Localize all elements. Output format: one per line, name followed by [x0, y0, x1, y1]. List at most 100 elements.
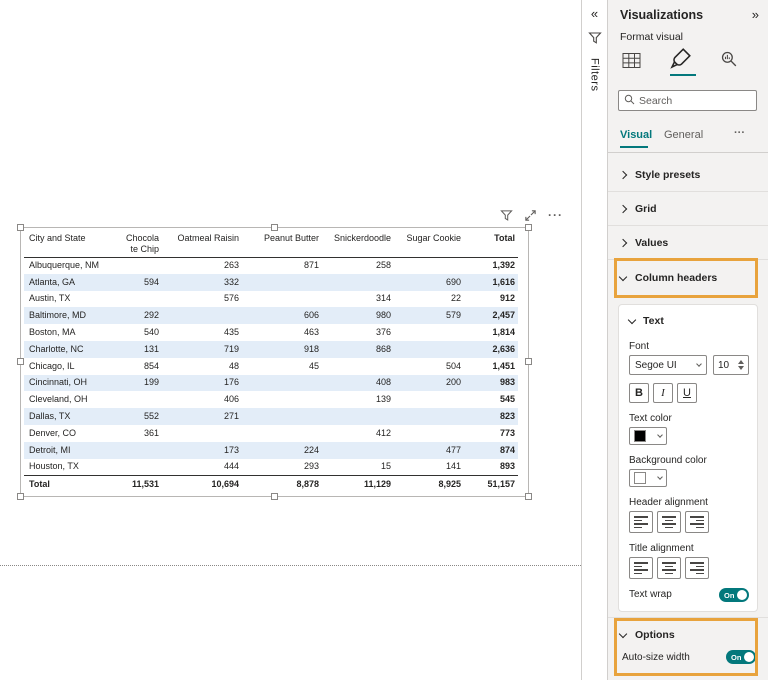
font-size-stepper[interactable]: 10 [713, 355, 749, 375]
stepper-arrows-icon[interactable] [738, 360, 744, 370]
value-cell: 199 [143, 377, 159, 388]
value-cell: 552 [143, 411, 159, 422]
selection-handle[interactable] [525, 358, 532, 365]
selection-handle[interactable] [525, 493, 532, 500]
more-options-icon[interactable]: ··· [548, 209, 563, 222]
table-row[interactable]: Austin, TX 576 314 22 912 [24, 291, 518, 308]
value-cell: 332 [223, 276, 239, 287]
section-grid[interactable]: Grid [608, 192, 768, 226]
value-cell [394, 341, 464, 358]
filter-funnel-icon[interactable] [500, 209, 513, 222]
text-wrap-toggle[interactable]: On [719, 588, 749, 602]
focus-mode-icon[interactable] [524, 209, 537, 222]
selection-handle[interactable] [17, 224, 24, 231]
toggle-knob [737, 590, 747, 600]
value-cell [118, 459, 162, 476]
search-input[interactable] [639, 94, 744, 107]
row-total-cell: 773 [499, 427, 515, 438]
tab-visual[interactable]: Visual [620, 129, 652, 141]
selection-handle[interactable] [17, 358, 24, 365]
chevron-down-icon [627, 315, 637, 324]
table-row[interactable]: Denver, CO 361 412 773 [24, 425, 518, 442]
table-row[interactable]: Albuquerque, NM 263 871 258 1,392 [24, 257, 518, 274]
tab-general[interactable]: General [664, 129, 703, 141]
selected-icon-underline [670, 74, 696, 76]
table-row[interactable]: Dallas, TX 552 271 823 [24, 408, 518, 425]
value-cell [118, 442, 162, 459]
table-row[interactable]: Charlotte, NC 131 719 918 868 2,636 [24, 340, 518, 358]
table-row[interactable]: Baltimore, MD 292 606 980 579 2,457 [24, 307, 518, 325]
italic-button[interactable]: I [653, 383, 673, 403]
format-visual-icon[interactable] [670, 47, 692, 69]
total-value: 8,878 [242, 474, 322, 493]
underline-button[interactable]: U [677, 383, 697, 403]
value-cell [118, 257, 162, 274]
value-cell: 690 [445, 276, 461, 287]
value-cell: 48 [228, 360, 239, 371]
column-header[interactable]: Peanut Butter [242, 230, 322, 258]
tab-more-icon[interactable]: ··· [734, 127, 745, 139]
chevron-right-icon [618, 238, 628, 247]
column-header-city[interactable]: City and State [24, 230, 118, 258]
report-canvas[interactable]: ··· City and State Chocola te Chip Oatme… [0, 0, 582, 680]
table-row[interactable]: Chicago, IL 854 48 45 504 1,451 [24, 358, 518, 375]
text-color-dropdown[interactable] [629, 427, 667, 445]
header-align-center-button[interactable] [657, 511, 681, 533]
active-tab-underline [620, 146, 648, 148]
chevron-down-icon [618, 629, 628, 638]
title-align-center-button[interactable] [657, 557, 681, 579]
subsection-text[interactable]: Text [627, 315, 664, 327]
value-cell [322, 274, 394, 291]
filters-pane-collapsed[interactable]: « Filters [582, 0, 608, 680]
build-visual-icon[interactable] [622, 52, 641, 69]
city-cell: Albuquerque, NM [29, 260, 100, 271]
value-cell: 444 [223, 461, 239, 472]
column-header[interactable]: Oatmeal Raisin [162, 230, 242, 258]
table-row[interactable]: Cincinnati, OH 199 176 408 200 983 [24, 374, 518, 392]
header-align-right-button[interactable] [685, 511, 709, 533]
table-visual[interactable]: City and State Chocola te Chip Oatmeal R… [24, 230, 518, 493]
powerbi-window: ··· City and State Chocola te Chip Oatme… [0, 0, 768, 680]
section-style-presets[interactable]: Style presets [608, 158, 768, 192]
table-row[interactable]: Boston, MA 540 435 463 376 1,814 [24, 324, 518, 341]
auto-size-width-toggle[interactable]: On [726, 650, 756, 664]
value-cell: 854 [143, 360, 159, 371]
value-cell [394, 408, 464, 425]
table-visual-container[interactable]: City and State Chocola te Chip Oatmeal R… [17, 224, 532, 500]
auto-size-width-label: Auto-size width [622, 652, 690, 663]
section-values[interactable]: Values [608, 226, 768, 260]
value-cell [394, 257, 464, 274]
analytics-icon[interactable] [720, 50, 739, 69]
section-options[interactable]: Options [608, 622, 768, 648]
table-row[interactable]: Detroit, MI 173 224 477 874 [24, 441, 518, 459]
search-box[interactable] [618, 90, 757, 111]
table-row[interactable]: Atlanta, GA 594 332 690 1,616 [24, 273, 518, 291]
column-header[interactable]: Chocola te Chip [118, 230, 162, 258]
selection-handle[interactable] [271, 493, 278, 500]
header-align-left-button[interactable] [629, 511, 653, 533]
value-cell: 15 [380, 461, 391, 472]
row-total-cell: 912 [499, 293, 515, 304]
font-family-dropdown[interactable]: Segoe UI [629, 355, 707, 375]
collapse-pane-icon[interactable]: » [752, 8, 759, 22]
city-cell: Denver, CO [29, 427, 77, 438]
background-color-dropdown[interactable] [629, 469, 667, 487]
column-header-total[interactable]: Total [464, 230, 518, 258]
expand-filters-icon[interactable]: « [591, 7, 598, 21]
value-cell: 139 [375, 394, 391, 405]
column-header[interactable]: Sugar Cookie [394, 230, 464, 258]
section-column-headers[interactable]: Column headers [608, 260, 768, 296]
title-align-right-button[interactable] [685, 557, 709, 579]
selection-handle[interactable] [17, 493, 24, 500]
table-row[interactable]: Cleveland, OH 406 139 545 [24, 391, 518, 408]
table-row[interactable]: Houston, TX 444 293 15 141 893 [24, 459, 518, 476]
title-align-left-button[interactable] [629, 557, 653, 579]
row-total-cell: 2,457 [492, 310, 515, 321]
column-header[interactable]: Snickerdoodle [322, 230, 394, 258]
bold-button[interactable]: B [629, 383, 649, 403]
selection-handle[interactable] [525, 224, 532, 231]
city-cell: Atlanta, GA [29, 276, 76, 287]
selection-handle[interactable] [271, 224, 278, 231]
value-cell: 45 [308, 360, 319, 371]
value-cell: 406 [223, 394, 239, 405]
